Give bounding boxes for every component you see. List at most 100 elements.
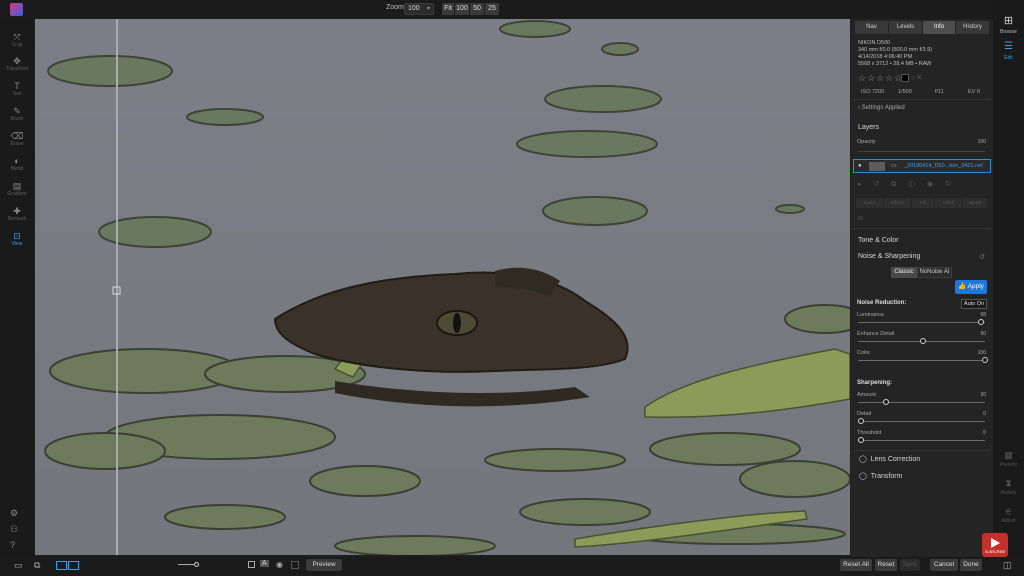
tool-blend[interactable]: ◐ Blend	[0, 156, 34, 173]
filmstrip-icon[interactable]: ⧉	[34, 560, 40, 571]
youtube-subscribe-badge[interactable]: SUBSCRIBE	[982, 533, 1008, 557]
tool-label: View	[11, 241, 23, 247]
image-canvas[interactable]	[35, 19, 850, 555]
slider-label: Threshold	[857, 430, 882, 436]
presets-label[interactable]: Presets	[993, 462, 1024, 468]
slider-knob[interactable]	[882, 399, 889, 405]
zoom-25-button[interactable]: 25	[485, 3, 499, 15]
grid-icon[interactable]	[291, 561, 299, 569]
transform-row[interactable]: ◯ Transform	[859, 472, 902, 480]
zoom-slider-knob[interactable]	[194, 562, 199, 567]
panel-tabs: Nav Levels Info History	[855, 21, 989, 34]
slider-knob[interactable]	[858, 418, 864, 424]
history-icon[interactable]: ⧗	[993, 478, 1024, 489]
layer-action-icons[interactable]: ▸↺⧉◫◉↻	[858, 180, 963, 189]
layer-fill-button[interactable]: Fill	[912, 198, 934, 208]
opacity-slider[interactable]	[858, 151, 985, 152]
erase-icon: ⌫	[10, 131, 24, 141]
reset-icon[interactable]: ↺	[979, 253, 985, 261]
tab-nav[interactable]: Nav	[855, 21, 888, 34]
adjust-icon[interactable]: ⚟	[993, 507, 1024, 518]
zoom-select[interactable]: 100 ▾	[404, 3, 434, 15]
subscribe-label: SUBSCRIBE	[984, 550, 1006, 554]
edit-label[interactable]: Edit	[993, 55, 1024, 61]
reject-icon[interactable]: ○✕	[911, 73, 923, 82]
lock-icon[interactable]: ⊟	[858, 215, 863, 222]
compare-view-icon[interactable]	[68, 561, 79, 570]
slider-track[interactable]	[858, 322, 985, 323]
adjust-label[interactable]: Adjust	[993, 518, 1024, 524]
layer-blend-button[interactable]: Blend	[963, 198, 987, 208]
reset-all-button[interactable]: Reset All	[840, 559, 872, 571]
circle-icon[interactable]: ◉	[276, 560, 283, 569]
iso-value: ISO 7200	[861, 89, 885, 95]
layer-effects-button[interactable]: Effects	[884, 198, 911, 208]
history-label[interactable]: History	[993, 490, 1024, 496]
layer-mask-button[interactable]: Mask	[935, 198, 962, 208]
settings-icon[interactable]: ⚙	[10, 508, 18, 519]
tool-text[interactable]: T Text	[0, 81, 34, 98]
layer-row[interactable]: ● ▭ _20180414_D50...tion_2421.nef	[853, 159, 991, 173]
tool-retouch[interactable]: ✚ Retouch	[0, 206, 34, 223]
tool-gradient[interactable]: ▤ Gradient	[0, 181, 34, 198]
color-label-swatch[interactable]	[901, 74, 909, 82]
lens-correction-label: Lens Correction	[870, 456, 921, 463]
slider-label: Enhance Detail	[857, 331, 895, 337]
settings-applied-row[interactable]: › Settings Applied	[858, 105, 905, 111]
visibility-icon[interactable]: ●	[858, 163, 862, 169]
zoom-label: Zoom	[386, 4, 404, 11]
tool-transform[interactable]: ✥ Transform	[0, 56, 34, 73]
text-overlay-icon[interactable]: A	[260, 560, 269, 567]
auto-on-toggle[interactable]: Auto On	[961, 299, 987, 309]
retouch-icon: ✚	[13, 206, 21, 216]
tool-view[interactable]: ⊡ View	[0, 231, 34, 248]
slider-track[interactable]	[858, 402, 985, 403]
mask-overlay-icon[interactable]	[248, 561, 255, 568]
tone-color-header[interactable]: Tone & Color	[858, 237, 898, 244]
tab-history[interactable]: History	[956, 21, 989, 34]
app-logo[interactable]	[10, 3, 23, 16]
zoom-50-button[interactable]: 50	[470, 3, 484, 15]
panel-collapse-icon[interactable]: ◫	[1003, 560, 1012, 571]
opacity-value: 100	[977, 139, 986, 145]
slider-knob[interactable]	[920, 338, 926, 344]
zoom-100-button[interactable]: 100	[455, 3, 469, 15]
browse-icon[interactable]: ⊞	[993, 14, 1024, 27]
edit-icon[interactable]: ☰	[993, 41, 1024, 52]
slider-knob[interactable]	[982, 357, 988, 363]
slider-track[interactable]	[858, 421, 985, 422]
zoom-fit-button[interactable]: Fit	[442, 3, 454, 15]
noise-sharpening-header[interactable]: Noise & Sharpening	[858, 253, 920, 260]
apply-button[interactable]: 👍 Apply	[955, 280, 987, 294]
tool-crop[interactable]: ⤧ Crop	[0, 32, 34, 49]
layer-invert-button[interactable]: Invert	[856, 198, 883, 208]
help-icon[interactable]: ?	[10, 540, 15, 550]
presets-icon[interactable]: ▦	[993, 450, 1024, 461]
slider-track[interactable]	[858, 440, 985, 441]
tab-levels[interactable]: Levels	[889, 21, 922, 34]
done-button[interactable]: Done	[960, 559, 982, 571]
reset-button[interactable]: Reset	[875, 559, 897, 571]
preview-button[interactable]: Preview	[306, 559, 342, 571]
play-icon	[991, 538, 1000, 548]
shutter-value: 1/500	[898, 89, 912, 95]
nonoise-ai-button[interactable]: NoNoise AI	[917, 267, 952, 278]
lens-correction-row[interactable]: ◯ Lens Correction	[859, 455, 920, 463]
cancel-button[interactable]: Cancel	[930, 559, 958, 571]
sync-button[interactable]: Sync	[900, 559, 920, 571]
tab-info[interactable]: Info	[923, 21, 955, 34]
single-view-icon[interactable]	[56, 561, 67, 570]
slider-label: Color	[857, 350, 871, 356]
settings-applied-label: Settings Applied	[861, 105, 905, 111]
slider-knob[interactable]	[858, 437, 864, 443]
users-icon[interactable]: ⚇	[10, 524, 18, 535]
browse-label[interactable]: Browse	[993, 29, 1024, 35]
panel-toggle-icon[interactable]: ▭	[14, 560, 23, 571]
star-rating[interactable]: ☆☆☆☆☆	[858, 73, 903, 84]
top-toolbar	[0, 0, 1024, 19]
slider-track[interactable]	[858, 360, 985, 361]
tool-erase[interactable]: ⌫ Erase	[0, 131, 34, 148]
classic-mode-button[interactable]: Classic	[891, 267, 917, 278]
tool-brush[interactable]: ✎ Brush	[0, 106, 34, 123]
sharpening-title: Sharpening:	[857, 380, 893, 386]
